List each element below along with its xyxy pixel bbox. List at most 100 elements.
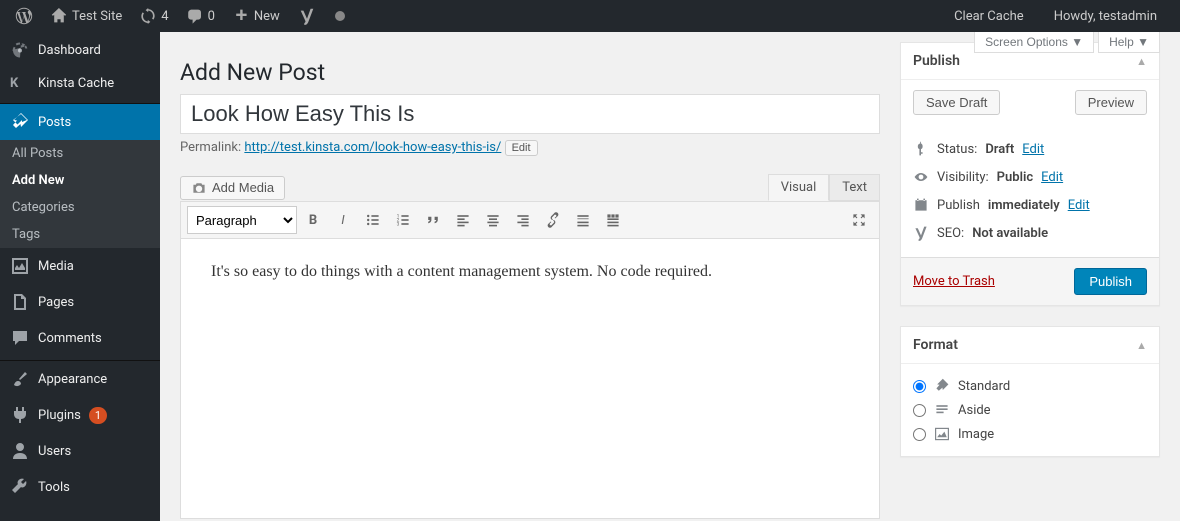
wordpress-icon — [15, 7, 33, 25]
italic-btn[interactable]: I — [329, 206, 357, 234]
menu-dashboard[interactable]: Dashboard — [0, 32, 160, 68]
tab-visual[interactable]: Visual — [768, 174, 830, 201]
align-left-btn[interactable] — [449, 206, 477, 234]
menu-comments[interactable]: Comments — [0, 320, 160, 356]
dashboard-icon — [10, 40, 30, 60]
screen-options-btn[interactable]: Screen Options ▼ — [974, 32, 1094, 53]
more-btn[interactable] — [569, 206, 597, 234]
editor-toolbar: Paragraph B I 123 — [180, 201, 880, 239]
new-content[interactable]: New — [226, 0, 287, 32]
comments[interactable]: 0 — [180, 0, 222, 32]
readmore-icon — [575, 212, 591, 228]
pin-icon — [10, 112, 30, 132]
yoast-icon — [298, 7, 316, 25]
preview-btn[interactable]: Preview — [1075, 90, 1147, 115]
link-icon — [545, 212, 561, 228]
save-draft-btn[interactable]: Save Draft — [913, 90, 1000, 115]
key-icon — [913, 141, 929, 157]
pin-icon — [934, 378, 950, 394]
edit-schedule[interactable]: Edit — [1068, 198, 1090, 213]
comments-icon — [10, 328, 30, 348]
menu-plugins[interactable]: Plugins1 — [0, 397, 160, 433]
list-ul-icon — [365, 212, 381, 228]
format-select[interactable]: Paragraph — [187, 206, 297, 234]
quote-icon — [425, 212, 441, 228]
kinsta-icon: K — [10, 76, 30, 91]
svg-text:3: 3 — [397, 222, 400, 228]
camera-icon — [191, 180, 207, 196]
comment-icon — [187, 8, 203, 24]
permalink-edit-btn[interactable]: Edit — [505, 140, 538, 156]
quote-btn[interactable] — [419, 206, 447, 234]
align-right-btn[interactable] — [509, 206, 537, 234]
aside-icon — [934, 402, 950, 418]
kitchen-sink-icon — [605, 212, 621, 228]
align-left-icon — [455, 212, 471, 228]
yoast-seo-icon — [913, 225, 929, 241]
link-btn[interactable] — [539, 206, 567, 234]
menu-users[interactable]: Users — [0, 433, 160, 469]
edit-status[interactable]: Edit — [1022, 142, 1044, 157]
post-title-input[interactable] — [180, 94, 880, 134]
format-image-radio[interactable] — [913, 428, 926, 441]
format-standard-radio[interactable] — [913, 380, 926, 393]
menu-appearance[interactable]: Appearance — [0, 361, 160, 397]
menu-posts[interactable]: Posts — [0, 104, 160, 140]
eye-icon — [913, 169, 929, 185]
edit-visibility[interactable]: Edit — [1041, 170, 1063, 185]
format-header[interactable]: Format▲ — [901, 327, 1159, 364]
brush-icon — [10, 369, 30, 389]
tab-text[interactable]: Text — [829, 174, 880, 201]
home-icon — [51, 8, 67, 24]
yoast-icon[interactable] — [291, 0, 323, 32]
menu-kinsta[interactable]: KKinsta Cache — [0, 68, 160, 99]
publish-metabox: Publish▲ Save Draft Preview Status: Draf… — [900, 42, 1160, 306]
toggle-icon: ▲ — [1136, 339, 1147, 352]
calendar-icon — [913, 197, 929, 213]
submenu-all-posts[interactable]: All Posts — [0, 140, 160, 167]
distraction-free-btn[interactable] — [845, 206, 873, 234]
help-btn[interactable]: Help ▼ — [1098, 32, 1160, 53]
updates[interactable]: 4 — [133, 0, 175, 32]
permalink-row: Permalink: http://test.kinsta.com/look-h… — [180, 134, 880, 162]
plugin-badge: 1 — [89, 407, 107, 424]
menu-media[interactable]: Media — [0, 248, 160, 284]
wp-logo[interactable] — [8, 0, 40, 32]
clear-cache[interactable]: Clear Cache — [947, 0, 1031, 32]
toolbar-toggle-btn[interactable] — [599, 206, 627, 234]
submenu-tags[interactable]: Tags — [0, 221, 160, 248]
ol-btn[interactable]: 123 — [389, 206, 417, 234]
update-icon — [140, 8, 156, 24]
page-title: Add New Post — [180, 42, 880, 94]
admin-sidebar: Dashboard KKinsta Cache Posts All Posts … — [0, 32, 160, 521]
publish-btn[interactable]: Publish — [1074, 268, 1147, 295]
align-center-btn[interactable] — [479, 206, 507, 234]
page-icon — [10, 292, 30, 312]
submenu-categories[interactable]: Categories — [0, 194, 160, 221]
main-content: Screen Options ▼ Help ▼ Add New Post Per… — [160, 32, 1180, 521]
format-aside-radio[interactable] — [913, 404, 926, 417]
add-media-btn[interactable]: Add Media — [180, 176, 285, 200]
bold-btn[interactable]: B — [299, 206, 327, 234]
plug-icon — [10, 405, 30, 425]
align-center-icon — [485, 212, 501, 228]
wrench-icon — [10, 477, 30, 497]
menu-pages[interactable]: Pages — [0, 284, 160, 320]
format-metabox: Format▲ Standard Aside Image — [900, 326, 1160, 457]
ul-btn[interactable] — [359, 206, 387, 234]
submenu-add-new[interactable]: Add New — [0, 167, 160, 194]
circle-icon — [334, 10, 346, 22]
align-right-icon — [515, 212, 531, 228]
site-name[interactable]: Test Site — [44, 0, 129, 32]
editor-body[interactable]: It's so easy to do things with a content… — [180, 239, 880, 519]
list-ol-icon: 123 — [395, 212, 411, 228]
user-icon — [10, 441, 30, 461]
howdy[interactable]: Howdy, testadmin — [1047, 0, 1164, 32]
menu-tools[interactable]: Tools — [0, 469, 160, 505]
image-icon — [934, 426, 950, 442]
permalink-url[interactable]: http://test.kinsta.com/look-how-easy-thi… — [244, 140, 501, 155]
plus-icon — [233, 8, 249, 24]
fullscreen-icon — [851, 212, 867, 228]
status-dot[interactable] — [327, 0, 353, 32]
move-to-trash[interactable]: Move to Trash — [913, 274, 995, 289]
